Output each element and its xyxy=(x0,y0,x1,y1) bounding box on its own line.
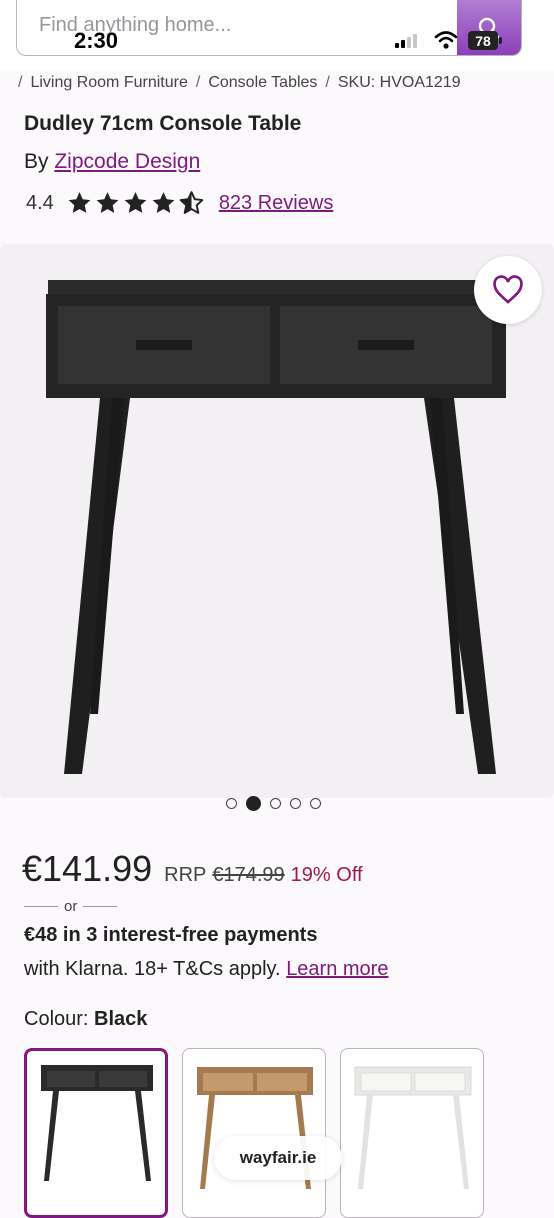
rating-value: 4.4 xyxy=(26,191,54,214)
site-domain-badge: wayfair.ie xyxy=(214,1136,342,1180)
star-icon xyxy=(96,192,119,213)
star-icon xyxy=(152,192,175,213)
product-image xyxy=(46,280,506,774)
battery-icon: 78 xyxy=(468,31,498,50)
gallery-pagination xyxy=(226,796,321,811)
colour-swatch-natural[interactable] xyxy=(182,1048,326,1218)
installment-text: €48 in 3 interest-free payments xyxy=(24,924,318,946)
product-image-gallery[interactable] xyxy=(0,244,554,798)
sale-price: €141.99 xyxy=(22,848,153,889)
or-divider: or xyxy=(24,898,118,915)
rating-row: 4.4 823 Reviews xyxy=(26,190,333,216)
pagination-dot[interactable] xyxy=(290,798,301,809)
or-text: or xyxy=(64,898,78,915)
brand-link[interactable]: Zipcode Design xyxy=(54,150,200,173)
battery-tip xyxy=(499,37,502,44)
selected-colour: Black xyxy=(94,1008,148,1030)
favorite-button[interactable] xyxy=(474,256,542,324)
pagination-dot-active[interactable] xyxy=(246,796,261,811)
product-title: Dudley 71cm Console Table xyxy=(24,112,302,135)
brand-line: By Zipcode Design xyxy=(24,150,200,174)
klarna-text: with Klarna. 18+ T&Cs apply. xyxy=(24,958,281,980)
reviews-link[interactable]: 823 Reviews xyxy=(219,192,334,215)
rrp-label: RRP xyxy=(164,864,207,886)
star-icon xyxy=(68,192,91,213)
swatch-image-natural xyxy=(197,1067,313,1189)
half-star-icon xyxy=(179,191,204,214)
price-row: €141.99 RRP €174.99 19% Off xyxy=(22,848,363,890)
sku-label: SKU: HVOA1219 xyxy=(337,74,461,91)
colour-swatch-white[interactable] xyxy=(340,1048,484,1218)
colour-label: Colour: Black xyxy=(24,1008,147,1031)
search-input[interactable]: Find anything home... xyxy=(39,14,231,37)
status-time: 2:30 xyxy=(74,28,119,53)
pagination-dot[interactable] xyxy=(270,798,281,809)
klarna-line: with Klarna. 18+ T&Cs apply. Learn more xyxy=(24,958,388,981)
star-icon xyxy=(124,192,147,213)
heart-icon xyxy=(493,275,523,304)
battery-level: 78 xyxy=(475,32,491,49)
by-prefix: By xyxy=(24,150,49,173)
pagination-dot[interactable] xyxy=(226,798,237,809)
breadcrumb: / Living Room Furniture / Console Tables / SK… xyxy=(18,74,461,91)
star-rating xyxy=(66,190,205,216)
colour-swatch-black[interactable] xyxy=(24,1048,168,1218)
learn-more-link[interactable]: Learn more xyxy=(286,958,388,980)
breadcrumb-item[interactable]: Console Tables xyxy=(208,74,317,91)
cellular-signal-icon xyxy=(395,32,417,48)
rrp-price: €174.99 xyxy=(212,864,285,886)
top-bar: Find anything home... 2:30 78 xyxy=(0,0,554,70)
discount-badge: 19% Off xyxy=(290,864,363,886)
swatch-image-black xyxy=(41,1065,153,1181)
swatch-image-white xyxy=(354,1066,472,1189)
breadcrumb-item[interactable]: Living Room Furniture xyxy=(30,74,187,91)
colour-label-text: Colour: xyxy=(24,1008,89,1030)
pagination-dot[interactable] xyxy=(310,798,321,809)
wifi-icon xyxy=(434,31,458,49)
